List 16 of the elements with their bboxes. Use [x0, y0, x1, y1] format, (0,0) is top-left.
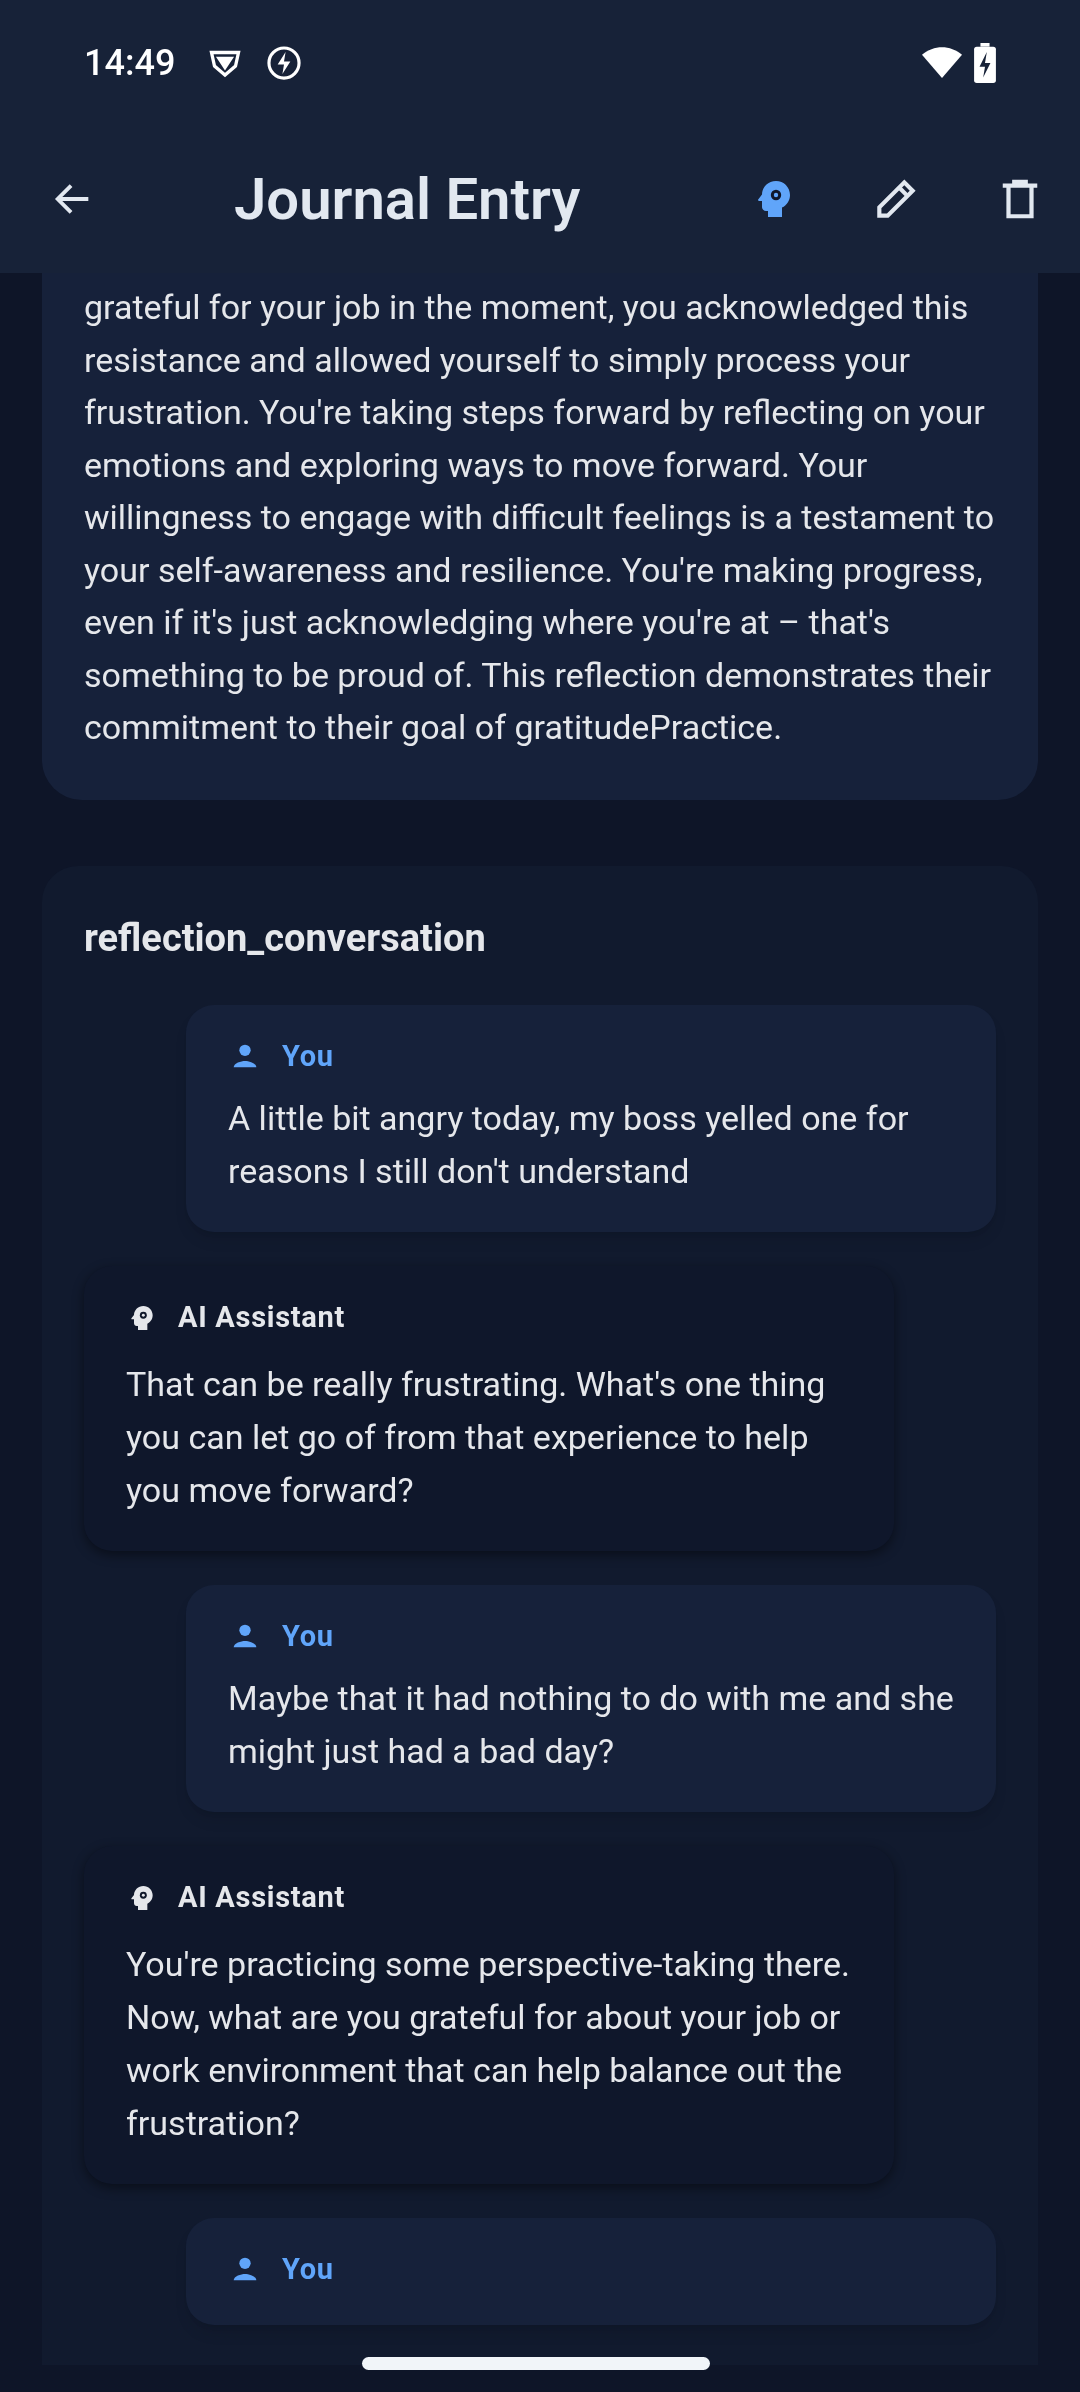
message-text: A little bit angry today, my boss yelled one for reasons I still don't understand: [228, 1097, 910, 1193]
author-label: AI Assistant: [178, 1299, 346, 1336]
message-text: That can be really frustrating. What's one thing you can let go of from that experience to help you move forward?: [126, 1362, 827, 1512]
author-label: You: [282, 2250, 334, 2288]
summary-text: grateful for your job in the moment, you acknowledged this resistance and allowed yourself to simply process your frustration. You're taking steps forward by reflecting on your emotions and exploring ways to move forward. Your willingness to engage with difficult feelings is a testament to your self-awareness and resilience. You're making progress, even if it's just acknowledging where you're at – that's something to be proud of. This reflection demonstrates their commitment to their goal of gratitudePractice.: [84, 286, 996, 749]
author-label: You: [282, 1037, 334, 1075]
status-time: 14:49: [84, 40, 176, 86]
author-label: You: [282, 1617, 334, 1655]
message-text: You're practicing some perspective-taking there. Now, what are you grateful for about your job or work environment that can help balance out the frustration?: [126, 1942, 851, 2145]
message-text: Maybe that it had nothing to do with me and she might just had a bad day?: [228, 1677, 954, 1773]
author-label: AI Assistant: [178, 1879, 346, 1916]
page-title: Journal Entry: [234, 163, 581, 235]
wifi-icon: [922, 45, 962, 80]
section-title: reflection_conversation: [84, 914, 487, 962]
battery-icon: [974, 42, 996, 83]
lightning-icon: [265, 43, 304, 82]
